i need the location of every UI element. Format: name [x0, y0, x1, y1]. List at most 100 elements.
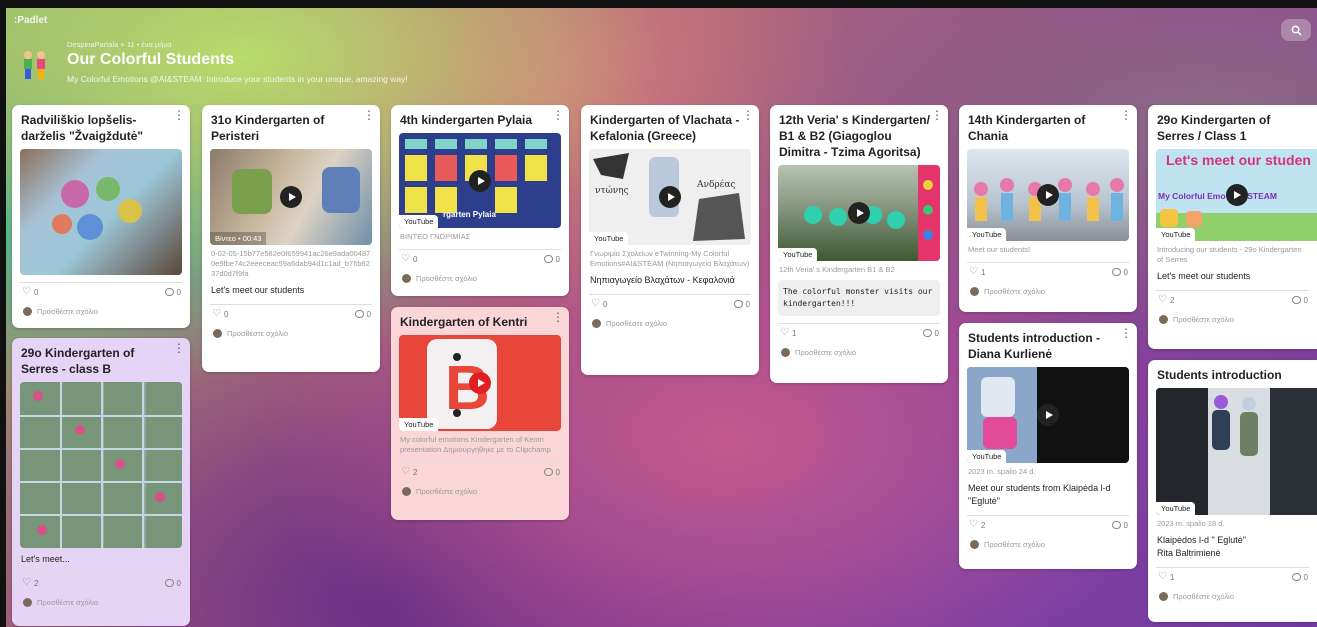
add-comment-button[interactable]: Προσθέστε σχόλιο: [1148, 305, 1317, 324]
avatar: [402, 487, 411, 496]
comment-count-button[interactable]: 0: [733, 299, 750, 309]
video-thumbnail[interactable]: YouTube: [967, 367, 1129, 463]
post-body: Let's meet our students: [1157, 271, 1251, 281]
video-thumbnail[interactable]: B YouTube: [399, 335, 561, 431]
more-icon[interactable]: ⋮: [1120, 109, 1132, 121]
board-description: My Colorful Emotions @AI&STEAM: Introduc…: [67, 74, 408, 84]
post-caption: ΒΙΝΤΕΟ ΓΝΩΡΙΜΙΑΣ: [400, 232, 471, 241]
post-image[interactable]: [20, 382, 182, 548]
heart-icon: ♡: [401, 466, 410, 477]
post-stats: ♡ 2 0: [1148, 291, 1317, 305]
like-button[interactable]: ♡ 1: [780, 328, 796, 338]
comment-count-button[interactable]: 0: [164, 578, 181, 588]
play-icon[interactable]: [659, 186, 681, 208]
comment-count-button[interactable]: 0: [543, 467, 560, 477]
like-button[interactable]: ♡ 0: [22, 287, 38, 297]
post-card[interactable]: 29o Kindergarten of Serres / Class 1 Let…: [1148, 105, 1317, 349]
video-thumbnail[interactable]: ντώνης Ανδρέας YouTube: [589, 149, 751, 245]
comment-count-button[interactable]: 0: [164, 287, 181, 297]
like-button[interactable]: ♡ 2: [969, 520, 985, 530]
post-title: Students introduction - Diana Kurlienė: [968, 331, 1100, 361]
comment-count-button[interactable]: 0: [1111, 267, 1128, 277]
heart-icon: ♡: [1158, 294, 1167, 305]
post-stats: ♡ 2 0: [959, 516, 1137, 530]
more-icon[interactable]: ⋮: [173, 342, 185, 354]
add-comment-button[interactable]: Προσθέστε σχόλιο: [391, 477, 569, 496]
post-card[interactable]: 31o Kindergarten of Peristeri ⋮ Βίντεο •…: [202, 105, 380, 372]
more-icon[interactable]: ⋮: [173, 109, 185, 121]
add-comment-button[interactable]: Προσθέστε σχόλιο: [959, 277, 1137, 296]
post-image[interactable]: [20, 149, 182, 275]
play-icon[interactable]: [280, 186, 302, 208]
post-card[interactable]: 14th Kindergarten of Chania ⋮ YouTube Me…: [959, 105, 1137, 312]
avatar: [1159, 315, 1168, 324]
post-body: Meet our students from Klaipėda l-d "Egl…: [968, 483, 1111, 506]
add-comment-button[interactable]: Προσθέστε σχόλιο: [12, 297, 190, 316]
like-count: 0: [33, 287, 39, 297]
more-icon[interactable]: ⋮: [363, 109, 375, 121]
heart-icon: ♡: [591, 298, 600, 309]
add-comment-button[interactable]: Προσθέστε σχόλιο: [959, 530, 1137, 549]
comment-count-button[interactable]: 0: [1291, 295, 1308, 305]
play-icon[interactable]: [848, 202, 870, 224]
add-comment-label: Προσθέστε σχόλιο: [37, 307, 98, 316]
video-thumbnail[interactable]: Βίντεο • 00:43: [210, 149, 372, 245]
search-button[interactable]: [1281, 19, 1311, 41]
post-card[interactable]: Students introduction - Diana Kurlienė ⋮…: [959, 323, 1137, 569]
post-card[interactable]: 4th kindergarten Pylaia ⋮ rgarten Pylaia…: [391, 105, 569, 296]
play-icon[interactable]: [1225, 184, 1248, 206]
comment-count-button[interactable]: 0: [1111, 520, 1128, 530]
youtube-badge: YouTube: [1156, 228, 1196, 241]
more-icon[interactable]: ⋮: [742, 109, 754, 121]
more-icon[interactable]: ⋮: [552, 311, 564, 323]
like-button[interactable]: ♡ 1: [1158, 572, 1174, 582]
post-body: Νηπιαγωγείο Βλαχάτων - Κεφαλονιά: [590, 275, 735, 285]
avatar: [970, 540, 979, 549]
add-comment-button[interactable]: Προσθέστε σχόλιο: [581, 309, 759, 328]
comment-count-button[interactable]: 0: [922, 328, 939, 338]
video-thumbnail[interactable]: YouTube: [778, 165, 940, 261]
post-card[interactable]: 29o Kindergarten of Serres - class B ⋮ L…: [12, 338, 190, 626]
like-button[interactable]: ♡ 0: [591, 299, 607, 309]
comment-count-button[interactable]: 0: [354, 309, 371, 319]
post-card[interactable]: Students introduction YouTube 2023 m. sp…: [1148, 360, 1317, 622]
more-icon[interactable]: ⋮: [552, 109, 564, 121]
like-button[interactable]: ♡ 1: [969, 267, 985, 277]
more-icon[interactable]: ⋮: [1120, 327, 1132, 339]
play-icon[interactable]: [469, 169, 491, 192]
play-icon[interactable]: [1037, 404, 1059, 426]
youtube-badge: YouTube: [778, 248, 818, 261]
add-comment-button[interactable]: Προσθέστε σχόλιο: [1148, 582, 1317, 601]
play-icon[interactable]: [469, 372, 491, 394]
play-icon[interactable]: [1037, 184, 1059, 206]
post-card[interactable]: Kindergarten of Vlachata - Kefalonia (Gr…: [581, 105, 759, 375]
post-card[interactable]: Kindergarten of Kentri ⋮ B YouTube My co…: [391, 307, 569, 520]
padlet-logo[interactable]: :Padlet: [14, 15, 47, 26]
post-card[interactable]: Radviliškio lopšelis-darželis "Žvaigždut…: [12, 105, 190, 328]
add-comment-button[interactable]: Προσθέστε σχόλιο: [202, 319, 380, 338]
add-comment-button[interactable]: Προσθέστε σχόλιο: [12, 588, 190, 607]
add-comment-button[interactable]: Προσθέστε σχόλιο: [770, 338, 948, 357]
more-icon[interactable]: ⋮: [931, 109, 943, 121]
board-title: Our Colorful Students: [67, 51, 235, 68]
comment-count: 0: [1303, 572, 1308, 582]
video-thumbnail[interactable]: Let's meet our studen My Colorful Emo #A…: [1156, 149, 1317, 241]
like-button[interactable]: ♡ 2: [401, 467, 417, 477]
post-card[interactable]: 12th Veria' s Kindergarten/ B1 & B2 (Gia…: [770, 105, 948, 383]
comment-count-button[interactable]: 0: [543, 254, 560, 264]
comment-icon: [354, 310, 364, 318]
like-button[interactable]: ♡ 0: [212, 309, 228, 319]
like-button[interactable]: ♡ 2: [22, 578, 38, 588]
comment-icon: [164, 579, 174, 587]
post-title: 29o Kindergarten of Serres - class B: [21, 346, 135, 376]
video-thumbnail[interactable]: YouTube: [1156, 388, 1317, 515]
comment-count-button[interactable]: 0: [1291, 572, 1308, 582]
post-title: 29o Kindergarten of Serres / Class 1: [1157, 113, 1271, 143]
post-caption: 2023 m. spalio 18 d.: [1157, 519, 1225, 528]
video-thumbnail[interactable]: rgarten Pylaia YouTube: [399, 133, 561, 228]
add-comment-button[interactable]: Προσθέστε σχόλιο: [391, 264, 569, 283]
like-button[interactable]: ♡ 0: [401, 254, 417, 264]
like-button[interactable]: ♡ 2: [1158, 295, 1174, 305]
video-thumbnail[interactable]: YouTube: [967, 149, 1129, 241]
thumb-text: Ανδρέας: [696, 179, 735, 190]
